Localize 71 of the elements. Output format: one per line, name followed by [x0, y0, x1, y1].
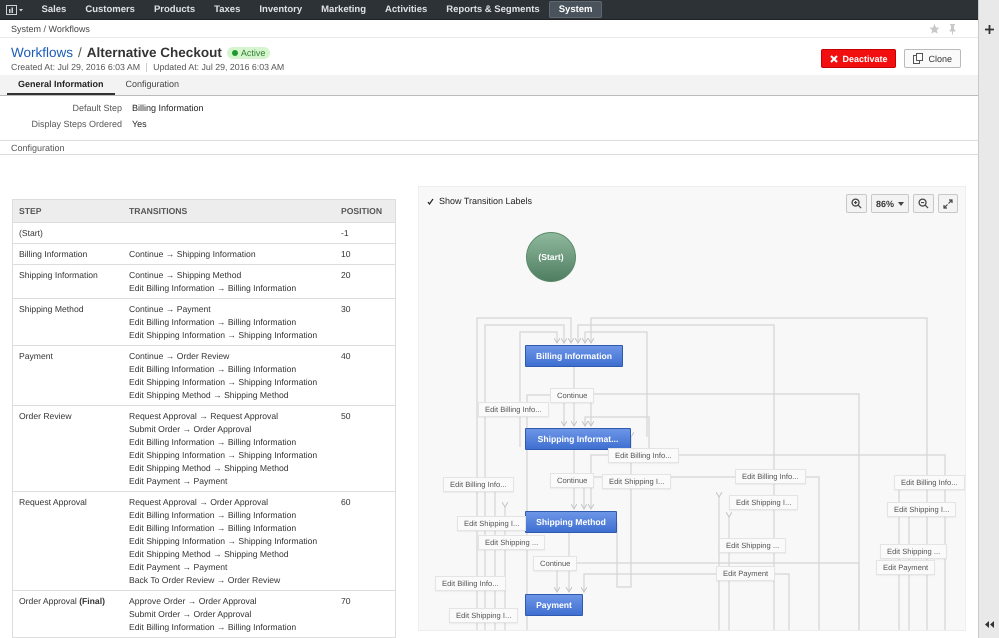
nav-item[interactable]: Customers [76, 1, 144, 18]
table-cell: Continue → Shipping Information [123, 244, 335, 264]
field-value: Yes [132, 118, 147, 130]
table-cell: 60 [335, 492, 396, 590]
table-cell: Order Review [12, 406, 123, 492]
fullscreen-button[interactable] [938, 194, 958, 213]
deactivate-button[interactable]: Deactivate [821, 49, 896, 68]
nav-item[interactable]: Sales [32, 1, 76, 18]
tab[interactable]: General Information [7, 75, 115, 95]
table-cell: Shipping Information [12, 264, 123, 298]
table-cell: Request Approval → Order Approval Edit Billing Information → Billing Information Edit Billing Information → Billing Information Edit Shipping Information → Shipping Information Edit Shipping Method → Shipping Method Edit Payment → Payment Back To Order Review → Order Review [123, 492, 335, 590]
created-date: Created At: Jul 29, 2016 6:03 AM [11, 62, 140, 72]
clone-button[interactable]: Clone [904, 49, 961, 68]
start-node: (Start) [526, 232, 576, 282]
nav-item[interactable]: System [549, 1, 602, 18]
star-icon[interactable] [928, 22, 941, 35]
field-value: Billing Information [132, 102, 204, 114]
title-separator: / [78, 45, 82, 60]
table-cell: Payment [12, 346, 123, 406]
table-cell: Continue → Payment Edit Billing Information → Billing Information Edit Shipping Information → Shipping Information [123, 298, 335, 346]
table-cell: Order Approval (Final) [12, 590, 123, 638]
close-icon [830, 54, 838, 63]
step-node: Shipping Method [525, 511, 617, 533]
check-icon[interactable] [427, 198, 434, 204]
step-node: Payment [525, 594, 583, 616]
zoom-out-icon [918, 198, 929, 209]
table-cell: Continue → Order Review Edit Billing Information → Billing Information Edit Shipping Information → Shipping Information Edit Shipping Method → Shipping Method [123, 346, 335, 406]
field-label: Display Steps Ordered [30, 118, 123, 130]
table-cell: -1 [335, 222, 396, 244]
nav-item[interactable]: Reports & Segments [436, 1, 550, 18]
table-cell: Request Approval → Request Approval Submit Order → Order Approval Edit Billing Information → Billing Information Edit Shipping Information → Shipping Information Edit Shipping Method → Shipping Method Edit Payment → Payment [123, 406, 335, 492]
table-cell: 50 [335, 406, 396, 492]
table-cell: (Start) [12, 222, 123, 244]
copy-icon [913, 53, 924, 64]
updated-date: Updated At: Jul 29, 2016 6:03 AM [153, 62, 284, 72]
zoom-level-dropdown[interactable]: 86% [870, 194, 909, 213]
step-node: Shipping Informat... [525, 428, 631, 450]
breadcrumb: System / Workflows [11, 24, 90, 34]
table-cell: Continue → Shipping Method Edit Billing Information → Billing Information [123, 264, 335, 298]
table-cell: 70 [335, 590, 396, 638]
nav-item[interactable]: Activities [376, 1, 437, 18]
table-cell: Shipping Method [12, 298, 123, 346]
caret-icon [898, 202, 904, 206]
field-label: Default Step [71, 102, 123, 114]
column-header: POSITION [335, 200, 396, 222]
zoom-out-button[interactable] [913, 194, 934, 213]
column-header: TRANSITIONS [123, 200, 335, 222]
tab[interactable]: Configuration [114, 75, 190, 95]
table-cell: Request Approval [12, 492, 123, 590]
nav-item[interactable]: Inventory [250, 1, 312, 18]
zoom-in-button[interactable] [846, 194, 867, 213]
table-cell: 10 [335, 244, 396, 264]
step-node: Billing Information [525, 345, 623, 367]
section-title: Configuration [11, 142, 65, 153]
column-header: STEP [12, 200, 123, 222]
table-cell: Billing Information [12, 244, 123, 264]
plus-icon[interactable] [984, 25, 994, 34]
nav-item[interactable]: Marketing [312, 1, 376, 18]
zoom-in-icon [850, 198, 862, 209]
collapse-icon[interactable] [984, 621, 994, 628]
expand-icon [943, 198, 953, 208]
chart-icon [6, 4, 24, 14]
status-badge: Active [226, 46, 270, 59]
table-cell: Approve Order → Order Approval Submit Order → Order Approval Edit Billing Information → Billing Information [123, 590, 335, 638]
nav-item[interactable]: Products [144, 1, 205, 18]
page-title: Alternative Checkout [86, 45, 222, 60]
table-cell: 20 [335, 264, 396, 298]
workflows-link[interactable]: Workflows [11, 45, 74, 60]
nav-item[interactable]: Taxes [204, 1, 250, 18]
table-cell: 30 [335, 298, 396, 346]
table-cell: 40 [335, 346, 396, 406]
